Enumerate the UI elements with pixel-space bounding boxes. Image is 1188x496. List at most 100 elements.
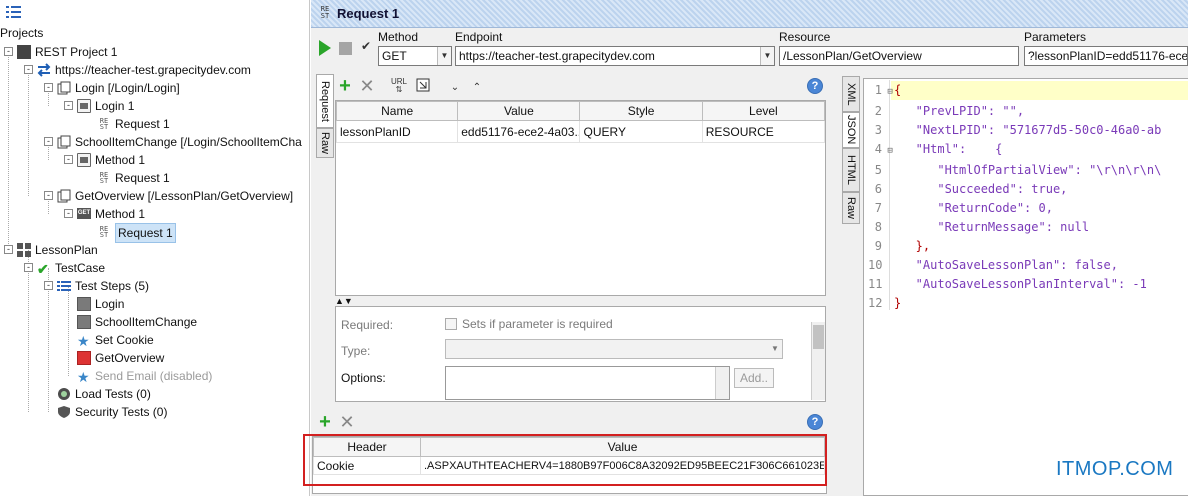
stop-request-button[interactable] [339,42,352,55]
remove-parameter-button[interactable]: ✕ [359,77,375,95]
tree-item[interactable]: - Login 1 [64,97,134,115]
code-line: 10 "AutoSaveLessonPlan": false, [868,256,1161,275]
tree-item[interactable]: ★ Set Cookie [64,331,154,349]
collapse-toggle-icon[interactable]: - [64,101,73,110]
line-number: 5 [874,163,882,177]
collapse-toggle-icon[interactable]: - [64,155,73,164]
collapse-toggle-icon[interactable]: - [24,263,33,272]
collapse-toggle-icon[interactable]: - [44,191,53,200]
column-header[interactable]: Name [335,101,459,121]
type-select[interactable]: ▼ [445,339,783,359]
tree-item[interactable]: Login [64,295,124,313]
tree-item-label: Set Cookie [95,333,154,347]
table-cell[interactable]: edd51176-ece2-4a03... [457,120,581,143]
chevron-down-icon[interactable]: ▼ [437,47,451,65]
tree-item[interactable]: - Method 1 [64,151,145,169]
add-parameter-button[interactable]: + [337,76,353,96]
resource-icon [57,135,71,149]
tree-item[interactable]: RE ST Request 1 [84,223,176,243]
tab-json[interactable]: JSON [842,112,860,148]
table-cell[interactable]: lessonPlanID [335,120,459,143]
tab-raw-request[interactable]: Raw [316,128,334,158]
resource-icon [57,189,71,203]
options-list[interactable] [445,366,730,400]
code-text: "HtmlOfPartialView": "\r\n\r\n\ [894,163,1162,177]
resource-value: /LessonPlan/GetOverview [783,49,922,63]
tree-item[interactable]: Load Tests (0) [44,385,151,403]
resource-label: Resource [779,30,831,44]
parameters-input[interactable]: ?lessonPlanID=edd51176-ece2- [1024,46,1188,66]
tree-item-label: Load Tests (0) [75,387,151,401]
table-cell[interactable]: RESOURCE [701,120,826,143]
tab-raw-response[interactable]: Raw [842,192,860,224]
required-label: Required: [341,318,394,332]
url-params-icon[interactable]: URL ⇅ [391,78,407,94]
collapse-toggle-icon[interactable]: - [64,209,73,218]
tree-item[interactable]: - ✔ TestCase [24,259,105,277]
tree-item[interactable]: - GetOverview [/LessonPlan/GetOverview] [44,187,293,205]
method-select[interactable]: GET ▼ [378,46,452,66]
table-cell[interactable]: QUERY [579,120,703,143]
authorization-check-icon[interactable]: ✔ [358,38,374,54]
tree-item[interactable]: RE ST Request 1 [84,115,170,133]
chevron-down-icon[interactable]: ▼ [760,47,774,65]
table-row[interactable]: lessonPlanID edd51176-ece2-4a03... QUERY RE… [335,120,826,143]
required-checkbox[interactable] [445,318,457,330]
tree-item[interactable]: - SchoolItemChange [/Login/SchoolItemCha [44,133,302,151]
tree-item[interactable]: - Login [/Login/Login] [44,79,180,97]
tree-item-label: Send Email (disabled) [95,369,213,383]
fold-toggle-icon[interactable]: ⊟ [882,83,894,102]
collapse-toggle-icon[interactable]: - [44,83,53,92]
move-down-icon[interactable]: ⌄ [447,80,463,96]
tab-html[interactable]: HTML [842,148,860,192]
tree-item[interactable]: RE ST Request 1 [84,169,170,187]
run-request-button[interactable] [319,40,331,56]
add-option-button[interactable]: Add.. [734,368,774,388]
options-label: Options: [341,371,386,385]
collapse-toggle-icon[interactable]: - [44,137,53,146]
options-scrollbar[interactable] [715,367,729,399]
help-icon[interactable]: ? [807,78,823,94]
endpoint-combo[interactable]: https://teacher-test.grapecitydev.com ▼ [455,46,775,66]
grid-icon [17,243,31,257]
parameters-table: Name Value Style Level lessonPlanID edd51176… [335,101,826,143]
tree-item-label: Login [95,297,125,311]
request-icon: RE ST [99,171,109,185]
tab-xml[interactable]: XML [842,76,860,112]
code-line: 5 "HtmlOfPartialView": "\r\n\r\n\ [868,161,1162,180]
swap-arrows-icon [37,63,51,77]
chevron-down-icon[interactable]: ▼ [768,340,782,358]
column-header[interactable]: Style [579,101,703,121]
tree-item-label: GetOverview [95,351,165,365]
add-header-button[interactable]: + [317,412,333,432]
move-up-icon[interactable]: ⌃ [469,80,485,96]
collapse-toggle-icon[interactable]: - [4,245,13,254]
collapse-toggle-icon[interactable]: - [24,65,33,74]
tree-item[interactable]: ★ Send Email (disabled) [64,367,212,385]
properties-scrollbar[interactable] [811,322,825,400]
tree-item-label: REST Project 1 [35,45,118,59]
tree-item-label: https://teacher-test.grapecitydev.com [55,63,251,77]
tree-view-icon[interactable] [6,5,22,19]
scroll-thumb[interactable] [813,325,824,349]
column-header[interactable]: Level [701,101,826,121]
tree-item[interactable]: - Test Steps (5) [44,277,149,295]
code-line: 8 "ReturnMessage": null [868,218,1161,237]
fold-toggle-icon[interactable]: ⊟ [882,142,894,161]
splitter-arrows-icon[interactable]: ▲▼ [335,296,353,306]
tree-item[interactable]: SchoolItemChange [64,313,197,331]
tree-item[interactable]: - https://teacher-test.grapecitydev.com [24,61,251,79]
headers-help-icon[interactable]: ? [807,414,823,430]
extract-params-icon[interactable] [415,78,431,94]
remove-header-button[interactable]: ✕ [339,413,355,431]
tree-item[interactable]: - LessonPlan [4,241,98,259]
collapse-toggle-icon[interactable]: - [44,281,53,290]
resource-input[interactable]: /LessonPlan/GetOverview [779,46,1019,66]
collapse-toggle-icon[interactable]: - [4,47,13,56]
column-header[interactable]: Value [457,101,581,121]
tree-item[interactable]: Security Tests (0) [44,403,167,421]
tab-request[interactable]: Request [316,74,334,128]
tree-item[interactable]: - GET Method 1 [64,205,145,223]
tree-item[interactable]: - REST Project 1 [4,43,117,61]
tree-item[interactable]: GetOverview [64,349,164,367]
